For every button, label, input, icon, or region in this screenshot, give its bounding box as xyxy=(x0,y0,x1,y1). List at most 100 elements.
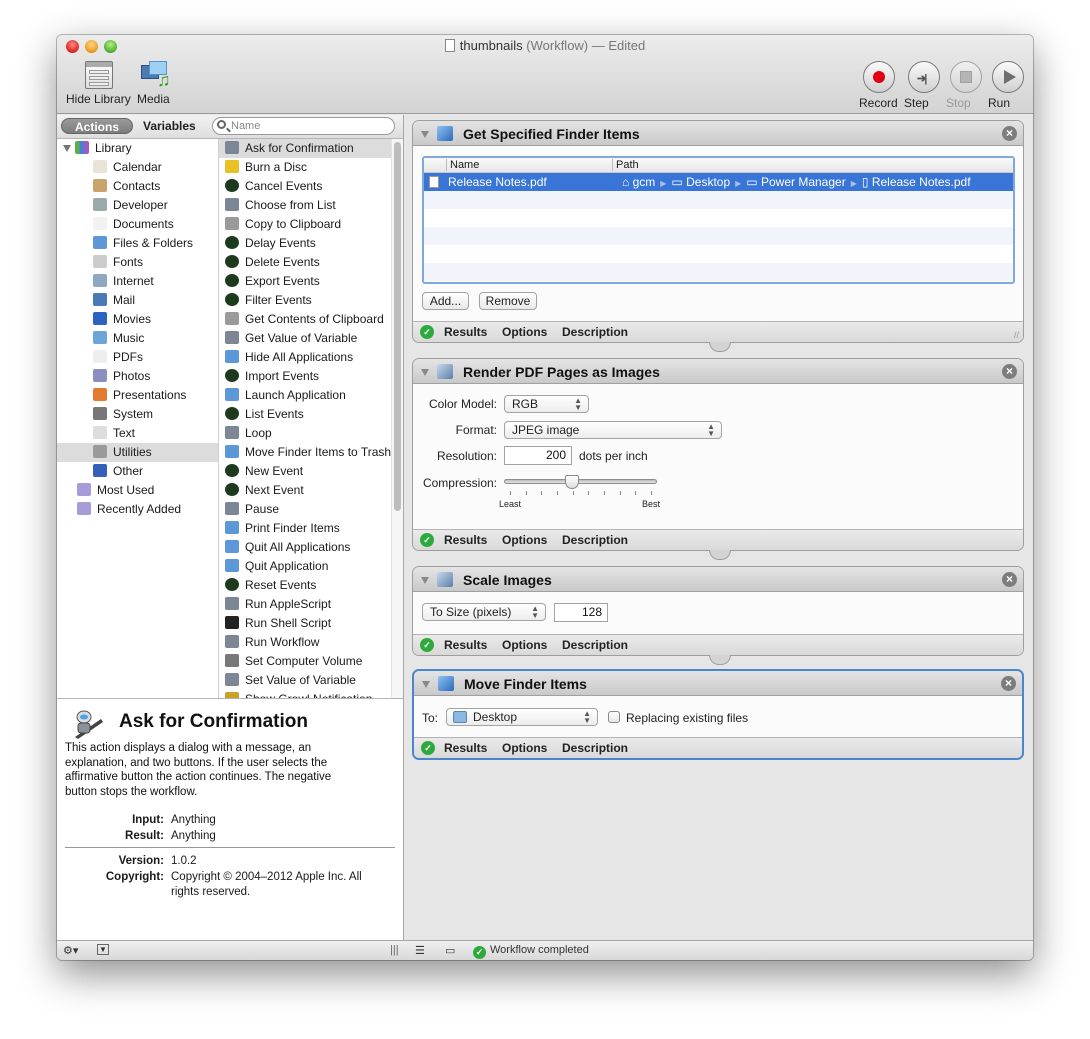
action-item[interactable]: Launch Application xyxy=(219,386,403,405)
category-item[interactable]: Calendar xyxy=(57,158,218,177)
action-header[interactable]: Render PDF Pages as Images × xyxy=(413,359,1023,384)
options-tab[interactable]: Options xyxy=(502,533,547,547)
description-tab[interactable]: Description xyxy=(562,741,628,755)
column-header-name[interactable]: Name xyxy=(446,159,479,171)
action-item[interactable]: Ask for Confirmation xyxy=(219,139,403,158)
scale-mode-popup[interactable]: To Size (pixels) ▲ ▼ xyxy=(422,603,546,621)
resolution-input[interactable]: 200 xyxy=(504,446,572,465)
options-tab[interactable]: Options xyxy=(502,741,547,755)
table-row[interactable]: Release Notes.pdf ⌂ gcm ▶ ▭ Desktop ▶ ▭ Powe… xyxy=(424,173,1013,191)
results-tab[interactable]: Results xyxy=(444,741,487,755)
category-item[interactable]: Internet xyxy=(57,272,218,291)
category-item[interactable]: Movies xyxy=(57,310,218,329)
category-item[interactable]: PDFs xyxy=(57,348,218,367)
finder-items-table[interactable]: Name Path Release Notes.pdf ⌂ gcm ▶ ▭ Desk… xyxy=(422,156,1015,284)
action-item[interactable]: Choose from List xyxy=(219,196,403,215)
category-item[interactable]: Contacts xyxy=(57,177,218,196)
action-header[interactable]: Move Finder Items × xyxy=(414,671,1022,696)
action-item[interactable]: Import Events xyxy=(219,367,403,386)
action-item[interactable]: Quit All Applications xyxy=(219,538,403,557)
remove-action-button[interactable]: × xyxy=(1002,572,1017,587)
action-item[interactable]: Get Value of Variable xyxy=(219,329,403,348)
action-item[interactable]: Run AppleScript xyxy=(219,595,403,614)
media-button[interactable]: ♫ Media xyxy=(137,61,177,106)
scale-size-input[interactable]: 128 xyxy=(554,603,608,622)
action-card-render-pdf-pages-as-images[interactable]: Render PDF Pages as Images × Color Model… xyxy=(412,358,1024,560)
scrollbar-thumb[interactable] xyxy=(394,142,401,511)
category-item[interactable]: Photos xyxy=(57,367,218,386)
category-item[interactable]: Other xyxy=(57,462,218,481)
category-item[interactable]: Presentations xyxy=(57,386,218,405)
destination-popup[interactable]: Desktop ▲ ▼ xyxy=(446,708,598,726)
results-tab[interactable]: Results xyxy=(444,533,487,547)
step-button[interactable]: ➔| Step xyxy=(904,61,944,110)
collapse-triangle-icon[interactable] xyxy=(421,369,429,376)
action-item[interactable]: Export Events xyxy=(219,272,403,291)
action-list-scrollbar[interactable] xyxy=(391,139,403,698)
results-tab[interactable]: Results xyxy=(444,325,487,339)
flow-view-icon[interactable]: ▭ xyxy=(445,944,455,957)
action-item[interactable]: New Event xyxy=(219,462,403,481)
action-item[interactable]: Set Computer Volume xyxy=(219,652,403,671)
action-item[interactable]: Next Event xyxy=(219,481,403,500)
category-item[interactable]: Files & Folders xyxy=(57,234,218,253)
category-item[interactable]: Documents xyxy=(57,215,218,234)
disclosure-triangle-icon[interactable] xyxy=(63,145,71,152)
record-button[interactable]: Record xyxy=(859,61,899,110)
action-card-scale-images[interactable]: Scale Images × To Size (pixels) ▲ ▼ 128 ✓ … xyxy=(412,566,1024,665)
action-card-get-specified-finder-items[interactable]: Get Specified Finder Items × Name Path R… xyxy=(412,120,1024,352)
category-item[interactable]: Developer xyxy=(57,196,218,215)
library-search-input[interactable]: Name xyxy=(212,117,395,135)
variables-tab[interactable]: Variables xyxy=(143,118,196,134)
hide-library-button[interactable]: Hide Library xyxy=(66,61,132,106)
replace-existing-checkbox[interactable] xyxy=(608,711,620,723)
remove-action-button[interactable]: × xyxy=(1002,364,1017,379)
action-item[interactable]: Set Value of Variable xyxy=(219,671,403,690)
list-view-icon[interactable]: ☰ xyxy=(415,944,425,957)
path-control[interactable]: ⌂ gcm ▶ ▭ Desktop ▶ ▭ Power Manager ▶ ▯ Releas… xyxy=(622,173,971,193)
library-root[interactable]: Library xyxy=(57,139,218,158)
smart-group-item[interactable]: Recently Added xyxy=(57,500,218,519)
add-button[interactable]: Add... xyxy=(422,292,469,310)
run-button[interactable]: Run xyxy=(988,61,1028,110)
column-header-path[interactable]: Path xyxy=(612,159,999,171)
action-item[interactable]: Burn a Disc xyxy=(219,158,403,177)
slider-thumb[interactable] xyxy=(565,475,580,489)
remove-action-button[interactable]: × xyxy=(1001,676,1016,691)
action-item[interactable]: Run Workflow xyxy=(219,633,403,652)
smart-group-item[interactable]: Most Used xyxy=(57,481,218,500)
options-tab[interactable]: Options xyxy=(502,325,547,339)
resize-handle-icon[interactable]: // xyxy=(1014,330,1019,340)
format-popup[interactable]: JPEG image ▲ ▼ xyxy=(504,421,722,439)
color-model-popup[interactable]: RGB ▲ ▼ xyxy=(504,395,589,413)
action-item[interactable]: Pause xyxy=(219,500,403,519)
action-item[interactable]: Cancel Events xyxy=(219,177,403,196)
description-tab[interactable]: Description xyxy=(562,638,628,652)
action-item[interactable]: Run Shell Script xyxy=(219,614,403,633)
category-item[interactable]: Fonts xyxy=(57,253,218,272)
category-item[interactable]: Mail xyxy=(57,291,218,310)
action-header[interactable]: Scale Images × xyxy=(413,567,1023,592)
action-item[interactable]: Filter Events xyxy=(219,291,403,310)
action-card-move-finder-items[interactable]: Move Finder Items × To: Desktop ▲ ▼ Replac… xyxy=(412,669,1024,760)
description-tab[interactable]: Description xyxy=(562,533,628,547)
results-tab[interactable]: Results xyxy=(444,638,487,652)
split-resize-handle-icon[interactable]: ||| xyxy=(390,944,399,956)
action-item[interactable]: Move Finder Items to Trash xyxy=(219,443,403,462)
category-item[interactable]: Music xyxy=(57,329,218,348)
slider-track[interactable] xyxy=(504,479,657,484)
action-item[interactable]: Show Growl Notification xyxy=(219,690,403,698)
action-item[interactable]: Loop xyxy=(219,424,403,443)
category-item[interactable]: System xyxy=(57,405,218,424)
gear-menu-icon[interactable]: ⚙▾ xyxy=(63,944,78,957)
action-item[interactable]: Delay Events xyxy=(219,234,403,253)
action-item[interactable]: Quit Application xyxy=(219,557,403,576)
options-tab[interactable]: Options xyxy=(502,638,547,652)
action-item[interactable]: Get Contents of Clipboard xyxy=(219,310,403,329)
remove-button[interactable]: Remove xyxy=(479,292,537,310)
action-item[interactable]: Copy to Clipboard xyxy=(219,215,403,234)
stop-button[interactable]: Stop xyxy=(946,61,986,110)
collapse-triangle-icon[interactable] xyxy=(421,131,429,138)
action-item[interactable]: Print Finder Items xyxy=(219,519,403,538)
action-header[interactable]: Get Specified Finder Items × xyxy=(413,121,1023,146)
